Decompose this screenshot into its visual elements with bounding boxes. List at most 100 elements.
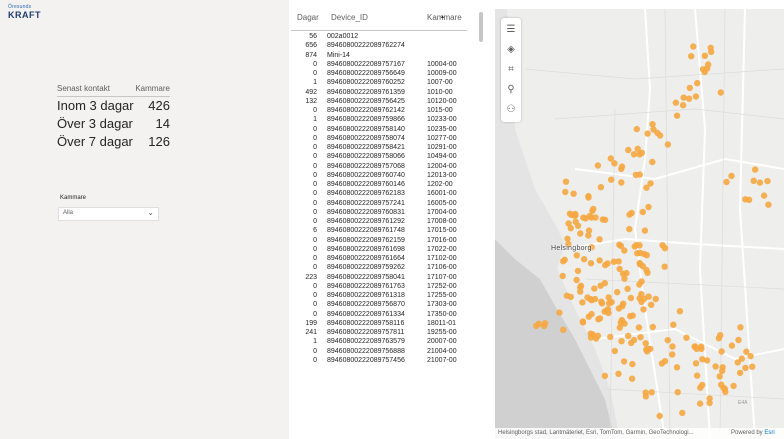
device-marker[interactable] [623, 269, 630, 277]
device-marker[interactable] [648, 301, 655, 308]
device-marker[interactable] [574, 222, 582, 229]
device-marker[interactable] [690, 43, 697, 50]
selection-icon[interactable]: ⌗ [501, 60, 521, 80]
device-marker[interactable] [683, 334, 690, 341]
table-row[interactable]: 0 89460800222089760146 1202-00 [289, 180, 467, 189]
table-row[interactable]: 0 89460800222089758074 10277-00 [289, 134, 467, 143]
device-marker[interactable] [601, 372, 609, 380]
device-marker[interactable] [756, 179, 764, 186]
device-marker[interactable] [750, 177, 757, 184]
device-marker[interactable] [585, 194, 592, 201]
device-marker[interactable] [636, 242, 643, 249]
device-marker[interactable] [577, 230, 584, 237]
device-marker[interactable] [641, 227, 649, 234]
device-marker[interactable] [620, 358, 628, 365]
table-row[interactable]: 656 89460800222089762274 [289, 41, 467, 50]
locate-icon[interactable]: ⚇ [501, 100, 521, 120]
table-row[interactable]: 0 89460800222089761698 17022-00 [289, 245, 467, 254]
device-marker[interactable] [577, 284, 584, 291]
device-marker[interactable] [597, 184, 605, 191]
table-row[interactable]: 0 89460800222089762142 1015-00 [289, 106, 467, 115]
device-marker[interactable] [719, 367, 726, 375]
table-row[interactable]: 0 89460800222089760740 12013-00 [289, 171, 467, 180]
device-marker[interactable] [616, 324, 623, 331]
table-row[interactable]: 0 89460800222089758421 10291-00 [289, 143, 467, 152]
device-marker[interactable] [610, 258, 618, 265]
device-marker[interactable] [703, 357, 711, 364]
device-marker[interactable] [647, 180, 654, 187]
device-marker[interactable] [625, 146, 632, 154]
sort-ascending-icon[interactable]: ▲ [440, 14, 445, 20]
device-marker[interactable] [645, 203, 652, 211]
table-row[interactable]: 6 89460800222089761748 17015-00 [289, 226, 467, 235]
device-marker[interactable] [604, 306, 612, 313]
device-marker[interactable] [611, 160, 618, 167]
search-icon[interactable]: ⚲ [501, 80, 521, 100]
device-marker[interactable] [644, 130, 651, 137]
table-row[interactable]: 0 89460800222089758140 10235-00 [289, 125, 467, 134]
device-marker[interactable] [591, 295, 599, 303]
device-marker[interactable] [693, 345, 700, 352]
device-marker[interactable] [697, 384, 704, 391]
device-marker[interactable] [634, 250, 641, 257]
device-marker[interactable] [685, 95, 693, 102]
device-marker[interactable] [674, 389, 681, 396]
device-marker[interactable] [587, 260, 595, 267]
device-marker[interactable] [669, 351, 676, 358]
device-marker[interactable] [589, 331, 596, 338]
device-marker[interactable] [618, 179, 625, 186]
device-marker[interactable] [679, 409, 686, 417]
device-marker[interactable] [627, 294, 635, 302]
device-marker[interactable] [642, 340, 649, 347]
device-marker[interactable] [625, 332, 632, 340]
device-marker[interactable] [648, 389, 655, 396]
device-marker[interactable] [728, 342, 736, 349]
device-marker[interactable] [643, 252, 650, 259]
table-row[interactable]: 0 89460800222089762159 17016-00 [289, 236, 467, 245]
table-row[interactable]: 0 89460800222089756870 17303-00 [289, 300, 467, 309]
device-marker[interactable] [708, 48, 715, 56]
table-row[interactable]: 0 89460800222089761763 17252-00 [289, 282, 467, 291]
device-marker[interactable] [636, 171, 643, 178]
device-marker[interactable] [639, 208, 646, 216]
device-marker[interactable] [752, 166, 759, 173]
device-marker[interactable] [649, 158, 656, 166]
table-row[interactable]: 199 89460800222089758116 18011-01 [289, 319, 467, 328]
device-marker[interactable] [559, 272, 566, 280]
device-marker[interactable] [649, 121, 656, 128]
device-marker[interactable] [608, 176, 615, 183]
device-marker[interactable] [562, 178, 570, 185]
table-row[interactable]: 0 89460800222089761664 17102-00 [289, 254, 467, 263]
device-marker[interactable] [747, 353, 754, 360]
device-marker[interactable] [633, 125, 640, 133]
device-marker[interactable] [760, 192, 768, 199]
device-marker[interactable] [585, 232, 592, 239]
menu-icon[interactable]: ☰ [501, 20, 521, 40]
summary-col-label[interactable]: Senast kontakt [57, 84, 110, 93]
device-marker[interactable] [629, 360, 636, 368]
device-marker[interactable] [608, 298, 615, 306]
table-row[interactable]: 0 89460800222089759262 17106-00 [289, 263, 467, 272]
device-marker[interactable] [629, 312, 636, 319]
device-marker[interactable] [601, 280, 608, 287]
device-marker[interactable] [556, 309, 563, 316]
table-row[interactable]: 0 89460800222089756649 10009-00 [289, 69, 467, 78]
device-marker[interactable] [706, 395, 713, 402]
device-marker[interactable] [573, 276, 580, 284]
device-marker[interactable] [764, 177, 771, 185]
device-marker[interactable] [614, 288, 621, 296]
device-marker[interactable] [722, 388, 729, 396]
device-marker[interactable] [639, 262, 646, 270]
device-marker[interactable] [582, 215, 589, 222]
device-marker[interactable] [650, 126, 657, 133]
device-marker[interactable] [564, 235, 571, 242]
device-marker[interactable] [624, 285, 631, 292]
device-marker[interactable] [652, 295, 659, 303]
device-marker[interactable] [745, 196, 753, 203]
table-row[interactable]: 223 89460800222089758041 17107-00 [289, 273, 467, 282]
device-marker[interactable] [701, 52, 709, 59]
device-marker[interactable] [688, 53, 695, 60]
table-row[interactable]: 132 89460800222089756425 10120-00 [289, 97, 467, 106]
device-marker[interactable] [734, 359, 741, 366]
device-marker[interactable] [602, 261, 609, 269]
